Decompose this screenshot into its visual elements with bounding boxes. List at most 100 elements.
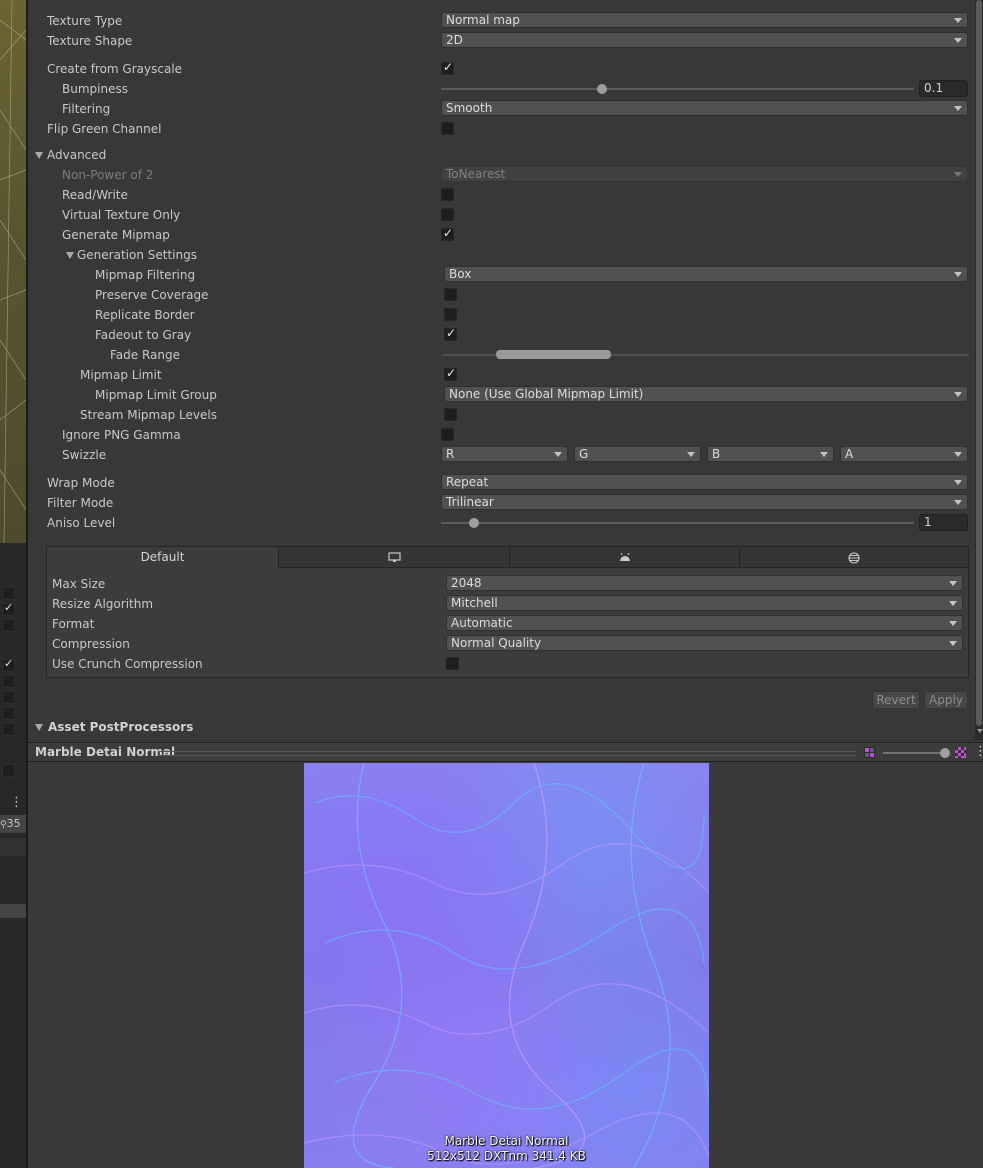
tab-standalone[interactable] [278, 547, 509, 568]
flip-green-channel-label: Flip Green Channel [47, 122, 162, 136]
chevron-down-icon [949, 621, 957, 626]
checkmark-icon: ✓ [446, 366, 457, 380]
use-crunch-compression-checkbox[interactable] [446, 657, 459, 670]
chevron-down-icon [554, 452, 562, 457]
filtering-label: Filtering [62, 102, 111, 116]
advanced-foldout-label[interactable]: Advanced [47, 145, 106, 165]
replicate-border-checkbox[interactable] [444, 308, 457, 321]
preview-title: Marble Detai Normal [35, 745, 176, 759]
format-dropdown[interactable]: Automatic [446, 615, 963, 631]
revert-button[interactable]: Revert [872, 691, 920, 709]
kebab-menu-icon[interactable]: ⋮ [974, 744, 983, 760]
texture-type-dropdown[interactable]: Normal map [441, 12, 968, 28]
advanced-foldout-arrow-icon[interactable] [35, 152, 43, 159]
create-from-grayscale-checkbox[interactable]: ✓ [441, 60, 454, 75]
checkmark-icon: ✓ [446, 326, 457, 340]
bumpiness-slider-thumb[interactable] [596, 84, 607, 94]
scroll-down-arrow-icon[interactable] [977, 729, 983, 733]
virtual-texture-only-checkbox[interactable] [441, 208, 454, 221]
alpha-channel-toggle-icon[interactable] [864, 747, 875, 758]
preserve-coverage-label: Preserve Coverage [95, 288, 209, 302]
layer-counter: ⚲35 [0, 815, 26, 833]
checker-background-icon[interactable] [955, 747, 966, 758]
mipmap-filtering-dropdown[interactable]: Box [444, 266, 968, 282]
texture-caption-info: 512x512 DXTnm 341.4 KB [427, 1149, 586, 1163]
preview-header[interactable]: Marble Detai Normal ⋮ [28, 742, 983, 762]
fadeout-to-gray-label: Fadeout to Gray [95, 328, 192, 342]
chevron-down-icon [954, 106, 962, 111]
flip-green-channel-checkbox[interactable] [441, 122, 454, 135]
swizzle-g-dropdown[interactable]: G [574, 446, 701, 462]
asset-postprocessors-foldout-arrow-icon[interactable] [35, 724, 43, 731]
tab-default[interactable]: Default [47, 547, 278, 568]
chevron-down-icon [954, 272, 962, 277]
format-label: Format [52, 617, 95, 631]
fadeout-to-gray-checkbox[interactable]: ✓ [444, 326, 457, 341]
fade-range-min-max-handle[interactable] [495, 350, 612, 359]
chevron-down-icon [954, 392, 962, 397]
apply-button[interactable]: Apply [924, 691, 968, 709]
layer-toggle[interactable] [2, 601, 15, 616]
tab-webgl[interactable] [739, 547, 968, 568]
texture-shape-dropdown[interactable]: 2D [441, 32, 968, 48]
layer-toggle[interactable] [2, 675, 15, 688]
resize-algorithm-dropdown[interactable]: Mitchell [446, 595, 963, 611]
generation-settings-foldout-arrow-icon[interactable] [66, 252, 74, 259]
strip-row-selected [0, 904, 26, 918]
chevron-down-icon [954, 480, 962, 485]
mip-level-slider-track[interactable] [883, 752, 945, 754]
tab-android[interactable] [509, 547, 739, 568]
checkmark-icon: ✓ [443, 60, 454, 74]
android-icon [619, 552, 630, 561]
aniso-level-label: Aniso Level [47, 516, 116, 530]
preserve-coverage-checkbox[interactable] [444, 288, 457, 301]
web-globe-icon [848, 551, 860, 564]
compression-label: Compression [52, 637, 130, 651]
layer-toggle[interactable] [2, 587, 15, 600]
layer-toggle[interactable] [2, 723, 15, 736]
bumpiness-value-field[interactable]: 0.1 [919, 80, 968, 97]
wrap-mode-label: Wrap Mode [47, 476, 115, 490]
chevron-down-icon [954, 38, 962, 43]
resize-algorithm-label: Resize Algorithm [52, 597, 154, 611]
mipmap-limit-checkbox[interactable]: ✓ [444, 366, 457, 381]
bumpiness-slider-track[interactable] [441, 88, 914, 90]
wrap-mode-dropdown[interactable]: Repeat [441, 474, 968, 490]
swizzle-b-dropdown[interactable]: B [707, 446, 834, 462]
filtering-dropdown[interactable]: Smooth [441, 100, 968, 116]
aniso-level-value-field[interactable]: 1 [919, 514, 968, 531]
chevron-down-icon [954, 500, 962, 505]
filter-mode-dropdown[interactable]: Trilinear [441, 494, 968, 510]
kebab-menu-icon[interactable]: ⋮ [10, 795, 23, 810]
max-size-dropdown[interactable]: 2048 [446, 575, 963, 591]
preview-drag-handle[interactable] [160, 751, 857, 756]
non-power-of-2-dropdown: ToNearest [441, 166, 968, 182]
swizzle-a-dropdown[interactable]: A [840, 446, 968, 462]
aniso-level-slider-track[interactable] [441, 522, 914, 524]
mipmap-limit-group-dropdown[interactable]: None (Use Global Mipmap Limit) [444, 386, 968, 402]
stream-mipmap-levels-checkbox[interactable] [444, 408, 457, 421]
compression-dropdown[interactable]: Normal Quality [446, 635, 963, 651]
generate-mipmap-label: Generate Mipmap [62, 228, 170, 242]
layer-toggle[interactable] [2, 707, 15, 720]
chevron-down-icon [949, 581, 957, 586]
mipmap-limit-group-label: Mipmap Limit Group [95, 388, 217, 402]
layer-toggle[interactable] [2, 691, 15, 704]
generation-settings-foldout-label[interactable]: Generation Settings [77, 245, 197, 265]
read-write-label: Read/Write [62, 188, 128, 202]
layer-toggle[interactable] [2, 619, 15, 632]
max-size-label: Max Size [52, 577, 106, 591]
mip-level-slider-thumb[interactable] [940, 748, 950, 758]
inspector-scroll-thumb[interactable] [976, 0, 982, 726]
generate-mipmap-checkbox[interactable]: ✓ [441, 226, 454, 241]
asset-postprocessors-foldout-label[interactable]: Asset PostProcessors [48, 717, 193, 737]
swizzle-r-dropdown[interactable]: R [441, 446, 568, 462]
read-write-checkbox[interactable] [441, 188, 454, 201]
layer-toggle[interactable] [2, 764, 15, 777]
ignore-png-gamma-checkbox[interactable] [441, 428, 454, 441]
bumpiness-label: Bumpiness [62, 82, 128, 96]
chevron-down-icon [954, 18, 962, 23]
chevron-down-icon [954, 452, 962, 457]
mipmap-filtering-label: Mipmap Filtering [95, 268, 196, 282]
layer-toggle[interactable] [2, 657, 15, 672]
